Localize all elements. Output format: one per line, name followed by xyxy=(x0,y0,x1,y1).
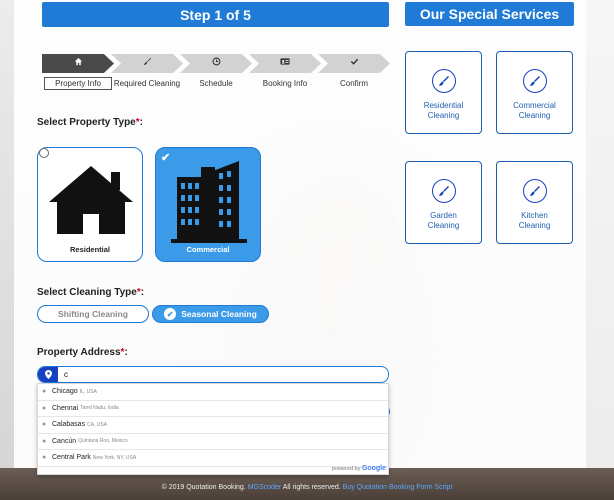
step-header: Step 1 of 5 xyxy=(42,2,389,27)
label-colon: : xyxy=(140,287,145,298)
footer-copyright: © 2019 Quotation Booking. xyxy=(161,484,246,491)
suggestion-main: Calabasas xyxy=(52,421,86,429)
check-icon xyxy=(318,57,390,70)
autocomplete-item[interactable]: ● Calabasas CA, USA xyxy=(38,417,388,434)
cleaning-option-seasonal[interactable]: ✔ Seasonal Cleaning xyxy=(152,305,269,323)
service-label-line: Commercial xyxy=(513,101,556,110)
suggestion-main: Chennai xyxy=(52,404,79,412)
property-address-label: Property Address*: xyxy=(37,347,128,358)
service-label-line: Cleaning xyxy=(427,220,460,230)
clock-icon xyxy=(180,57,252,70)
google-logo: Google xyxy=(361,465,386,472)
service-label: Residential Cleaning xyxy=(406,101,481,120)
radio-indicator xyxy=(39,148,49,158)
cleaning-type-label: Select Cleaning Type*: xyxy=(37,287,144,298)
service-label-line: Cleaning xyxy=(427,110,460,120)
step-label: Property Info xyxy=(44,77,112,90)
property-type-label: Select Property Type*: xyxy=(37,117,143,128)
suggestion-secondary: CA, USA xyxy=(87,421,108,428)
powered-by-google: powered by Google xyxy=(332,465,386,472)
service-residential-cleaning[interactable]: Residential Cleaning xyxy=(405,51,482,134)
step-schedule[interactable]: Schedule xyxy=(180,54,252,94)
progress-steps: Property Info Required Cleaning Schedule… xyxy=(42,54,390,94)
footer-buy-link[interactable]: Buy Quotation Booking Form Script xyxy=(343,484,453,491)
property-option-label: Residential xyxy=(69,245,110,254)
brush-icon xyxy=(522,69,547,93)
service-label: Commercial Cleaning xyxy=(497,101,572,120)
cleaning-type-label-text: Select Cleaning Type xyxy=(37,287,137,298)
powered-by-text: powered by xyxy=(331,466,361,472)
property-option-commercial[interactable]: ✔ Commercial xyxy=(155,147,261,262)
brush-icon xyxy=(522,179,547,203)
brush-icon xyxy=(431,179,456,203)
step-label: Confirm xyxy=(339,79,368,88)
cleaning-option-shifting[interactable]: Shifting Cleaning xyxy=(37,305,149,323)
footer: © 2019 Quotation Booking. MGScoder All r… xyxy=(0,484,614,491)
step-booking-info[interactable]: Booking Info xyxy=(249,54,321,94)
suggestion-main: Chicago xyxy=(52,388,78,396)
service-garden-cleaning[interactable]: Garden Cleaning xyxy=(405,161,482,244)
service-label: Kitchen Cleaning xyxy=(497,211,572,230)
home-icon xyxy=(42,57,114,70)
brush-icon xyxy=(431,69,456,93)
pin-icon: ● xyxy=(42,454,47,462)
pin-icon: ● xyxy=(42,421,47,429)
office-building-icon xyxy=(171,161,247,243)
address-field[interactable] xyxy=(37,366,389,383)
label-colon: : xyxy=(139,117,143,128)
autocomplete-item[interactable]: ● Chicago IL, USA xyxy=(38,384,388,401)
address-input[interactable] xyxy=(64,368,384,381)
address-autocomplete-dropdown: ● Chicago IL, USA ● Chennai Tamil Nadu, … xyxy=(37,383,389,475)
step-required-cleaning[interactable]: Required Cleaning xyxy=(111,54,183,94)
pin-icon: ● xyxy=(42,388,47,396)
label-colon: : xyxy=(124,347,128,358)
map-marker-icon xyxy=(38,367,58,382)
suggestion-secondary: New York, NY, USA xyxy=(92,454,137,461)
step-property-info[interactable]: Property Info xyxy=(42,54,114,94)
service-label: Garden Cleaning xyxy=(406,211,481,230)
footer-rights: All rights reserved. xyxy=(282,484,341,491)
property-option-residential[interactable]: Residential xyxy=(37,147,143,262)
house-icon xyxy=(49,166,133,234)
service-label-line: Residential xyxy=(423,101,464,110)
property-address-label-text: Property Address xyxy=(37,347,121,358)
cleaning-option-label: Shifting Cleaning xyxy=(58,309,128,319)
service-label-line: Cleaning xyxy=(518,220,551,230)
service-kitchen-cleaning[interactable]: Kitchen Cleaning xyxy=(496,161,573,244)
pin-icon: ● xyxy=(42,404,47,412)
pin-icon: ● xyxy=(42,437,47,445)
suggestion-main: Cancún xyxy=(52,437,77,445)
suggestion-secondary: IL, USA xyxy=(79,388,97,395)
property-type-label-text: Select Property Type xyxy=(37,117,136,128)
side-panel xyxy=(586,0,614,468)
cleaning-option-label: Seasonal Cleaning xyxy=(181,309,257,319)
footer-brand-link[interactable]: MGScoder xyxy=(248,484,281,491)
autocomplete-item[interactable]: ● Cancún Quintana Roo, Mexico xyxy=(38,434,388,450)
checkmark-icon: ✔ xyxy=(164,308,177,320)
service-label-line: Kitchen xyxy=(521,211,548,220)
services-header: Our Special Services xyxy=(405,2,574,26)
service-label-line: Garden xyxy=(430,211,457,220)
brush-icon xyxy=(111,57,183,70)
step-confirm[interactable]: Confirm xyxy=(318,54,390,94)
id-card-icon xyxy=(249,57,321,70)
autocomplete-item[interactable]: ● Chennai Tamil Nadu, India xyxy=(38,401,388,417)
service-label-line: Cleaning xyxy=(518,110,551,120)
checkmark-icon: ✔ xyxy=(161,152,171,164)
suggestion-main: Central Park xyxy=(52,454,91,462)
property-option-label: Commercial xyxy=(186,245,230,254)
suggestion-secondary: Tamil Nadu, India xyxy=(80,405,119,412)
service-commercial-cleaning[interactable]: Commercial Cleaning xyxy=(496,51,573,134)
suggestion-secondary: Quintana Roo, Mexico xyxy=(78,438,128,445)
